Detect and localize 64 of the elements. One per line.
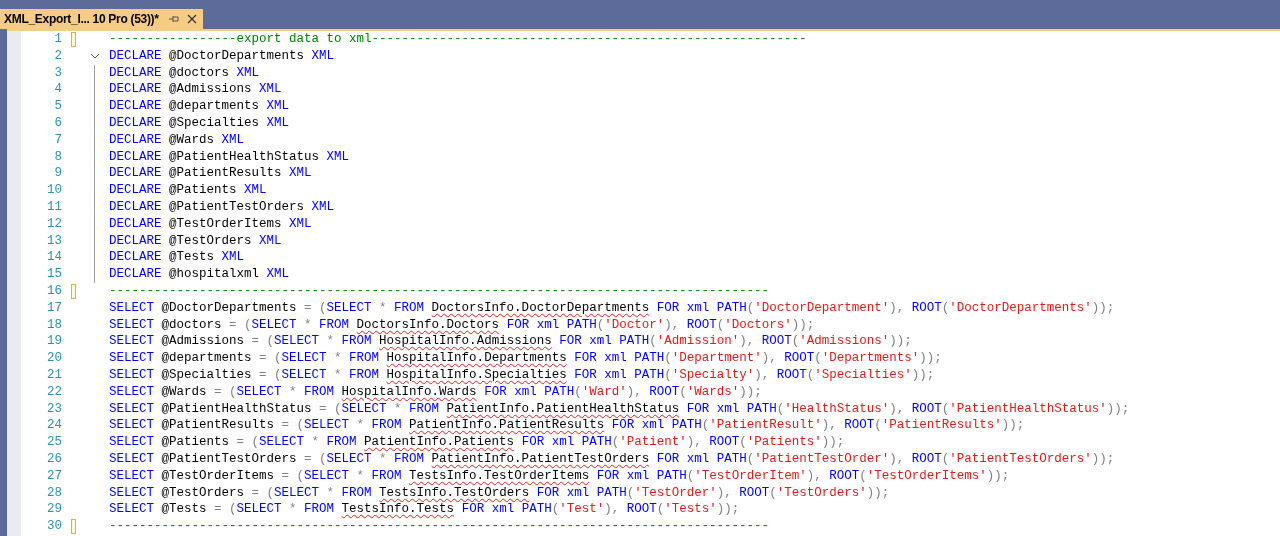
code-line: DECLARE @PatientTestOrders XML xyxy=(108,198,335,216)
code-line: DECLARE @DoctorDepartments XML xyxy=(108,47,335,65)
code-line: DECLARE @PatientHealthStatus XML xyxy=(108,148,350,166)
line-number: 10 xyxy=(46,182,62,199)
code-line: ---------------------------------------------------------------------------------------- xyxy=(108,282,770,300)
code-line: SELECT @Wards = (SELECT * FROM HospitalInfo.Wards FOR xml PATH('Ward'), ROOT('Wards')); xyxy=(108,383,762,401)
code-line: DECLARE @TestOrders XML xyxy=(108,232,282,250)
line-number: 7 xyxy=(53,131,62,149)
line-number: 11 xyxy=(46,198,62,216)
code-line: SELECT @TestOrders = (SELECT * FROM TestsInfo.TestOrders FOR xml PATH('TestOrder'), ROOT('TestOrders')); xyxy=(108,484,890,502)
line-number: 15 xyxy=(46,266,62,283)
code-line: SELECT @DoctorDepartments = (SELECT * FROM DoctorsInfo.DoctorDepartments FOR xml PATH('DoctorDepartment'), ROOT('DoctorDepartments')); xyxy=(108,299,1115,317)
line-number: 23 xyxy=(46,400,62,418)
line-number: 24 xyxy=(46,417,62,435)
line-number: 18 xyxy=(46,316,62,334)
line-number: 25 xyxy=(46,434,62,451)
code-line: DECLARE @TestOrderItems XML xyxy=(108,215,312,233)
line-number: 22 xyxy=(46,383,62,401)
line-number: 3 xyxy=(53,64,62,82)
line-number: 28 xyxy=(46,484,62,502)
code-line: DECLARE @Tests XML xyxy=(108,249,245,267)
line-number: 30 xyxy=(46,518,62,535)
code-line: ---------------------------------------------------------------------------------------- xyxy=(108,518,770,535)
code-line: SELECT @departments = (SELECT * FROM HospitalInfo.Departments FOR xml PATH('Department'), ROOT('Departments')); xyxy=(108,350,942,367)
line-number: 14 xyxy=(46,249,62,267)
code-line: DECLARE @PatientResults XML xyxy=(108,165,312,183)
line-number: 13 xyxy=(46,232,62,250)
line-number: 16 xyxy=(46,282,62,300)
code-line: DECLARE @Wards XML xyxy=(108,131,245,149)
line-number: 4 xyxy=(53,81,62,99)
code-line: SELECT @Specialties = (SELECT * FROM HospitalInfo.Specialties FOR xml PATH('Specialty'), ROOT('Specialties')); xyxy=(108,366,935,384)
code-line: SELECT @PatientTestOrders = (SELECT * FROM PatientInfo.PatientTestOrders FOR xml PATH('PatientTestOrder'), ROOT('PatientTestOrders')); xyxy=(108,450,1115,468)
line-number: 29 xyxy=(46,501,62,519)
code-line: DECLARE @doctors XML xyxy=(108,64,260,82)
line-number: 12 xyxy=(46,215,62,233)
code-line: SELECT @PatientHealthStatus = (SELECT * FROM PatientInfo.PatientHealthStatus FOR xml PATH('HealthStatus'), ROOT('PatientHealthStatus')); xyxy=(108,400,1130,418)
line-number: 5 xyxy=(53,98,62,115)
line-number: 27 xyxy=(46,467,62,485)
line-number: 9 xyxy=(53,165,62,183)
line-number: 1 xyxy=(53,31,62,48)
line-number: 8 xyxy=(53,148,62,166)
editor-tab[interactable]: XML_Export_I... 10 Pro (53))* xyxy=(0,9,203,29)
collapse-icon[interactable] xyxy=(90,52,100,61)
line-number: 19 xyxy=(46,333,62,351)
code-line: DECLARE @Patients XML xyxy=(108,182,267,199)
code-line: SELECT @Admissions = (SELECT * FROM HospitalInfo.Admissions FOR xml PATH('Admission'), ROOT('Admissions')); xyxy=(108,333,912,351)
close-icon[interactable] xyxy=(186,14,197,24)
code-line: SELECT @doctors = (SELECT * FROM DoctorsInfo.Doctors FOR xml PATH('Doctor'), ROOT('Doctors')); xyxy=(108,316,815,334)
line-number: 26 xyxy=(46,450,62,468)
line-number: 6 xyxy=(53,115,62,132)
line-number: 17 xyxy=(46,299,62,317)
code-line: SELECT @Patients = (SELECT * FROM PatientInfo.Patients FOR xml PATH('Patient'), ROOT('Patients')); xyxy=(108,434,845,451)
code-line: SELECT @TestOrderItems = (SELECT * FROM TestsInfo.TestOrderItems FOR xml PATH('TestOrderItem'), ROOT('TestOrderItems')); xyxy=(108,467,1010,485)
code-line: -----------------export data to xml---------------------------------------------------------- xyxy=(108,31,807,48)
line-number: 2 xyxy=(53,47,62,65)
code-line: SELECT @PatientResults = (SELECT * FROM PatientInfo.PatientResults FOR xml PATH('PatientResult'), ROOT('PatientResults')); xyxy=(108,417,1025,435)
pin-icon[interactable] xyxy=(168,14,179,24)
code-line: DECLARE @departments XML xyxy=(108,98,290,115)
line-number: 20 xyxy=(46,350,62,367)
code-line: DECLARE @Admissions XML xyxy=(108,81,282,99)
line-number: 21 xyxy=(46,366,62,384)
code-line: DECLARE @hospitalxml XML xyxy=(108,266,290,283)
code-line: DECLARE @Specialties XML xyxy=(108,115,290,132)
code-line: SELECT @Tests = (SELECT * FROM TestsInfo.Tests FOR xml PATH('Test'), ROOT('Tests')); xyxy=(108,501,740,519)
